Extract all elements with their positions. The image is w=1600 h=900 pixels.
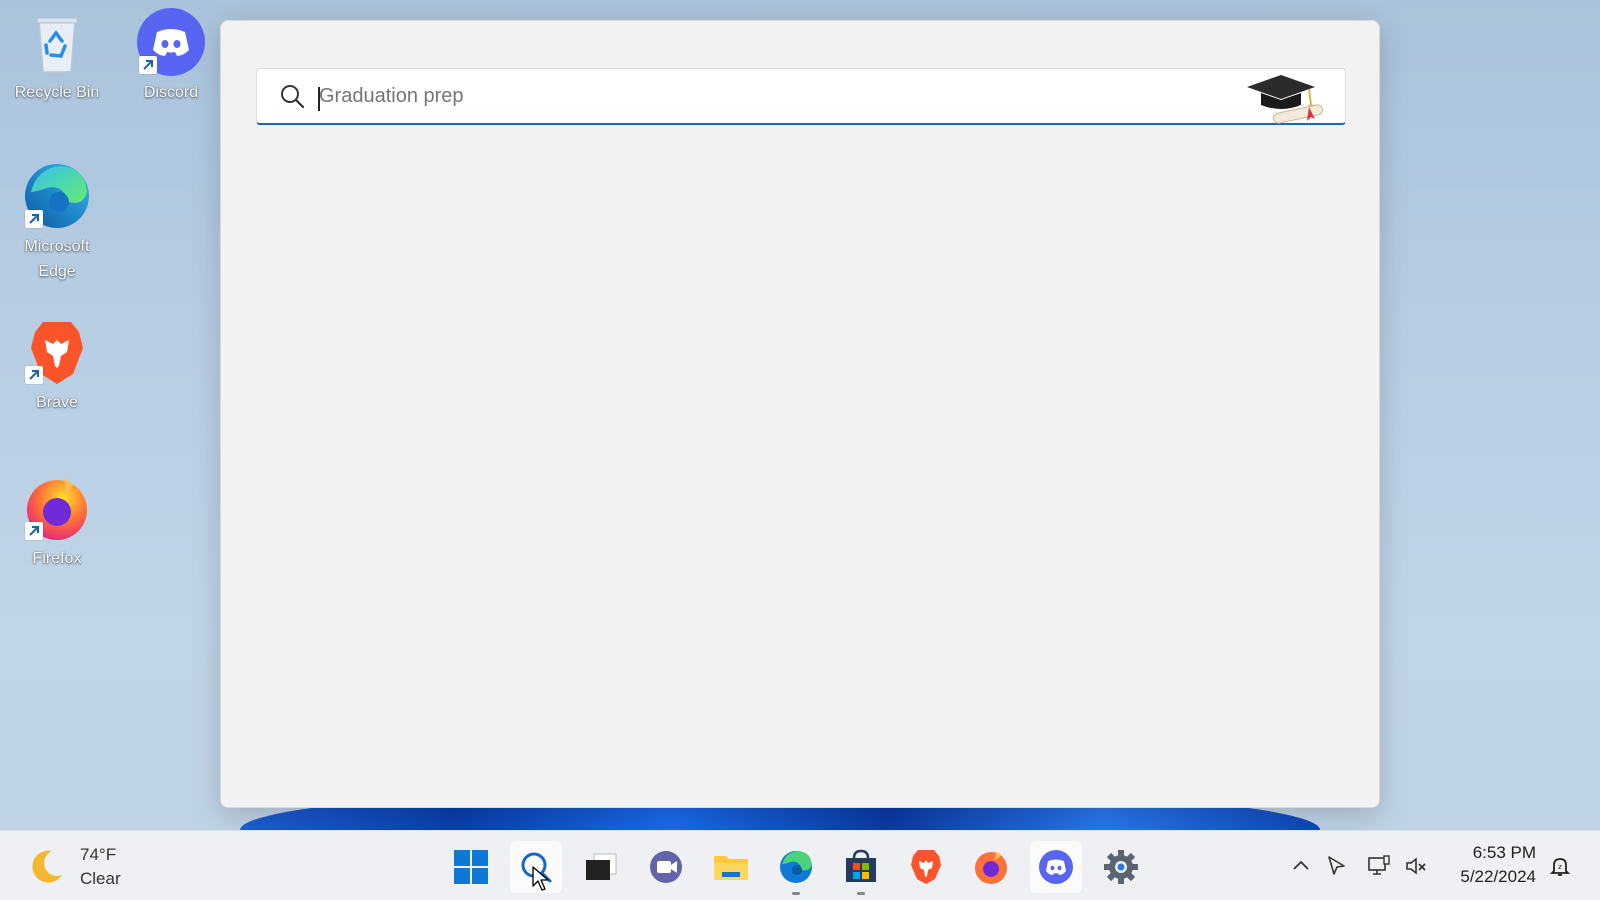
text-caret xyxy=(318,87,320,111)
search-panel xyxy=(220,20,1380,808)
desktop-icon-edge[interactable]: Microsoft Edge xyxy=(9,162,105,284)
edge-icon xyxy=(780,851,812,883)
teams-chat-icon xyxy=(650,851,682,883)
clock-time: 6:53 PM xyxy=(1472,843,1536,862)
taskbar-file-explorer-button[interactable] xyxy=(705,841,757,893)
shortcut-arrow-icon xyxy=(25,522,43,540)
desktop-icon-discord[interactable]: Discord xyxy=(123,8,219,105)
chevron-up-icon xyxy=(1293,860,1309,870)
mouse-cursor xyxy=(532,866,549,891)
running-indicator xyxy=(857,892,865,895)
firefox-icon xyxy=(975,851,1007,884)
taskbar-settings-button[interactable] xyxy=(1095,841,1147,893)
shortcut-arrow-icon xyxy=(25,366,43,384)
file-explorer-icon xyxy=(714,856,748,880)
running-indicator xyxy=(792,892,800,895)
recycle-bin-icon xyxy=(23,8,91,76)
taskbar: 74°F Clear 6:53 PM 5/22/2024 z xyxy=(0,830,1600,900)
desktop-icon-recycle-bin[interactable]: Recycle Bin xyxy=(9,8,105,105)
windows-start-icon xyxy=(454,850,488,884)
taskbar-firefox-button[interactable] xyxy=(965,841,1017,893)
svg-text:z: z xyxy=(1558,863,1562,871)
taskbar-teams-chat-button[interactable] xyxy=(640,841,692,893)
edge-icon xyxy=(23,162,91,230)
network-icon xyxy=(1368,855,1390,875)
discord-icon xyxy=(137,8,205,76)
desktop-icon-label: Firefox xyxy=(32,550,82,567)
weather-widget[interactable]: 74°F Clear xyxy=(26,843,121,891)
notification-center-button[interactable]: z xyxy=(1545,851,1575,881)
task-view-icon xyxy=(586,853,617,880)
desktop-icon-label: Recycle Bin xyxy=(14,84,100,101)
taskbar-task-view-button[interactable] xyxy=(575,841,627,893)
taskbar-edge-button[interactable] xyxy=(770,841,822,895)
desktop-icon-label: Brave xyxy=(36,394,78,411)
tray-volume-button[interactable] xyxy=(1401,851,1431,881)
volume-muted-icon xyxy=(1406,857,1426,875)
tray-location-button[interactable] xyxy=(1321,851,1351,881)
settings-gear-icon xyxy=(1104,850,1138,884)
taskbar-clock[interactable]: 6:53 PM 5/22/2024 xyxy=(1446,841,1536,889)
taskbar-store-button[interactable] xyxy=(835,841,887,895)
desktop-icon-firefox[interactable]: Firefox xyxy=(9,474,105,571)
taskbar-start-button[interactable] xyxy=(445,841,497,893)
firefox-icon xyxy=(23,474,91,542)
desktop-icon-label: Discord xyxy=(143,84,199,101)
tray-overflow-button[interactable] xyxy=(1286,851,1316,881)
shortcut-arrow-icon xyxy=(25,210,43,228)
store-icon xyxy=(846,849,876,882)
graduation-cap-icon xyxy=(1247,75,1324,124)
desktop-icon-label: Microsoft Edge xyxy=(24,238,90,280)
clock-date: 5/22/2024 xyxy=(1460,867,1536,886)
discord-icon xyxy=(1039,850,1073,884)
weather-condition: Clear xyxy=(80,869,121,888)
notification-bell-icon: z xyxy=(1549,858,1571,876)
taskbar-discord-button[interactable] xyxy=(1030,841,1082,893)
search-icon xyxy=(281,85,305,109)
search-box[interactable] xyxy=(256,68,1346,125)
search-input[interactable] xyxy=(319,84,1199,108)
desktop-icon-brave[interactable]: Brave xyxy=(9,318,105,415)
tray-network-button[interactable] xyxy=(1364,851,1394,881)
brave-icon xyxy=(23,318,91,386)
brave-icon xyxy=(911,850,941,884)
moon-icon xyxy=(32,850,62,883)
shortcut-arrow-icon xyxy=(139,56,157,74)
location-arrow-icon xyxy=(1328,856,1345,875)
weather-temp: 74°F xyxy=(80,845,117,864)
taskbar-brave-button[interactable] xyxy=(900,841,952,893)
